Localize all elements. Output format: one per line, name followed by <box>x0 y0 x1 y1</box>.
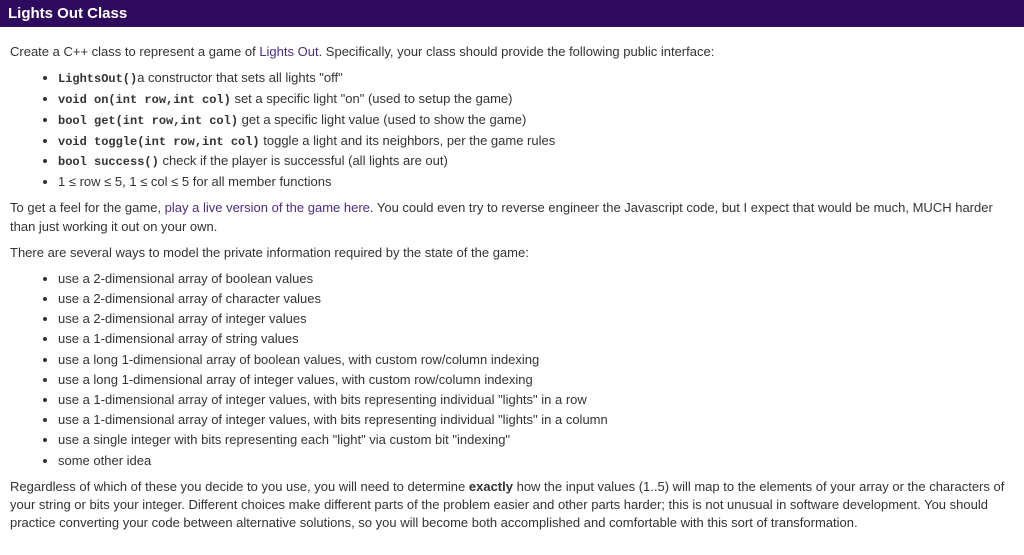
interface-code: bool success() <box>58 155 159 169</box>
interface-desc: get a specific light value (used to show… <box>238 112 526 127</box>
closing-pre: Regardless of which of these you decide … <box>10 479 469 494</box>
interface-item: void toggle(int row,int col) toggle a li… <box>58 132 1014 151</box>
interface-desc: set a specific light "on" (used to setup… <box>231 91 513 106</box>
models-intro: There are several ways to model the priv… <box>10 244 1014 262</box>
play-live-link[interactable]: play a live version of the game here <box>165 200 370 215</box>
content-body: Create a C++ class to represent a game o… <box>0 27 1024 548</box>
models-item: use a 2-dimensional array of integer val… <box>58 310 1014 328</box>
interface-desc: check if the player is successful (all l… <box>159 153 448 168</box>
intro-post: . Specifically, your class should provid… <box>319 44 715 59</box>
interface-item: bool get(int row,int col) get a specific… <box>58 111 1014 130</box>
feel-pre: To get a feel for the game, <box>10 200 165 215</box>
closing-paragraph: Regardless of which of these you decide … <box>10 478 1014 533</box>
models-item: use a 2-dimensional array of character v… <box>58 290 1014 308</box>
intro-paragraph: Create a C++ class to represent a game o… <box>10 43 1014 61</box>
interface-desc: toggle a light and its neighbors, per th… <box>260 133 556 148</box>
models-item: use a long 1-dimensional array of boolea… <box>58 351 1014 369</box>
models-item: use a 1-dimensional array of integer val… <box>58 391 1014 409</box>
models-item: use a long 1-dimensional array of intege… <box>58 371 1014 389</box>
interface-desc: a constructor that sets all lights "off" <box>137 70 343 85</box>
models-item: use a 1-dimensional array of string valu… <box>58 330 1014 348</box>
interface-item: bool success() check if the player is su… <box>58 152 1014 171</box>
feel-paragraph: To get a feel for the game, play a live … <box>10 199 1014 235</box>
section-header: Lights Out Class <box>0 0 1024 27</box>
closing-strong: exactly <box>469 479 513 494</box>
interface-item: 1 ≤ row ≤ 5, 1 ≤ col ≤ 5 for all member … <box>58 173 1014 191</box>
models-item: use a single integer with bits represent… <box>58 431 1014 449</box>
models-item: some other idea <box>58 452 1014 470</box>
interface-item: void on(int row,int col) set a specific … <box>58 90 1014 109</box>
interface-code: LightsOut() <box>58 72 137 86</box>
intro-pre: Create a C++ class to represent a game o… <box>10 44 259 59</box>
interface-code: void toggle(int row,int col) <box>58 135 260 149</box>
models-list: use a 2-dimensional array of boolean val… <box>10 270 1014 470</box>
models-item: use a 1-dimensional array of integer val… <box>58 411 1014 429</box>
interface-code: void on(int row,int col) <box>58 93 231 107</box>
lights-out-link[interactable]: Lights Out <box>259 44 318 59</box>
interface-item: LightsOut()a constructor that sets all l… <box>58 69 1014 88</box>
interface-desc: 1 ≤ row ≤ 5, 1 ≤ col ≤ 5 for all member … <box>58 174 331 189</box>
interface-code: bool get(int row,int col) <box>58 114 238 128</box>
interface-list: LightsOut()a constructor that sets all l… <box>10 69 1014 191</box>
models-item: use a 2-dimensional array of boolean val… <box>58 270 1014 288</box>
